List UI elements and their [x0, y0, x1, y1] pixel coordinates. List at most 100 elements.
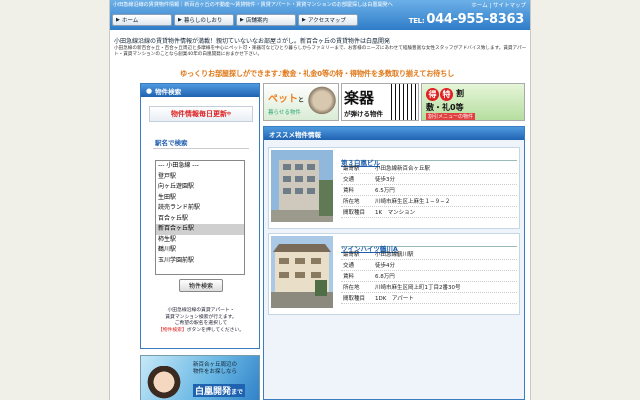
sidebar: ● 物件検索 物件情報毎日更新中 駅名で検索 --- 小田急線 --- 登戸駅 向ヶ丘… [140, 83, 260, 400]
row-label: 最寄駅 [343, 251, 360, 258]
note-highlight: 【物件検索】 [157, 327, 187, 333]
pet-title: ペット [268, 94, 298, 105]
operator-photo [147, 366, 181, 400]
property-row: 間取種目 1DK アパート [341, 293, 517, 304]
pet-friendly-banner[interactable]: ペットと 暮らせる物件 [263, 83, 339, 121]
nav-guide-label: 暮らしのしおり [183, 18, 223, 24]
discount-line-2: 敷・礼0等 [426, 103, 464, 112]
row-value: 小田急線新百合ヶ丘駅 [375, 165, 431, 172]
station-option[interactable] [156, 266, 244, 274]
station-option[interactable]: 向ヶ丘遊園駅 [156, 182, 244, 193]
instrument-banner[interactable]: 楽器 が弾ける物件 [341, 83, 419, 121]
special-badge-icon: 特 [440, 88, 453, 101]
arrow-right-icon: ▶ [178, 17, 182, 23]
discount-line-3: 割引メニューの物件 [426, 113, 476, 120]
row-label: 最寄駅 [343, 165, 360, 172]
property-search-button[interactable]: 物件検索 [179, 279, 223, 292]
station-option[interactable]: 登戸駅 [156, 172, 244, 183]
daily-update-text: 物件情報毎日更新 [171, 110, 227, 118]
property-search-header: ● 物件検索 [141, 84, 259, 97]
property-title[interactable]: ツインハイツ鶴川A [341, 236, 517, 253]
music-banner-title: 楽器 [344, 89, 375, 107]
property-row: 交通 徒歩3分 [341, 174, 517, 185]
property-row: 賃料 6.8万円 [341, 271, 517, 282]
row-value: 徒歩4分 [375, 262, 395, 269]
arrow-right-icon: ▶ [240, 17, 244, 23]
ad-line-1: 新百合ヶ丘周辺の [193, 362, 238, 368]
pet-banner-caption: 暮らせる物件 [268, 110, 301, 116]
phone-number: TEL: 044-955-8363 [408, 12, 525, 27]
property-row: 交通 徒歩4分 [341, 260, 517, 271]
row-value: 小田急線鶴川駅 [375, 251, 414, 258]
station-option[interactable]: --- 小田急線 --- [156, 161, 244, 172]
ad-text: 新百合ヶ丘周辺の 物件をお探しなら [193, 362, 237, 376]
station-option[interactable]: 新百合ヶ丘駅 [156, 224, 244, 235]
recommended-header: オススメ物件情報 [264, 127, 524, 140]
property-search-title: 物件検索 [155, 87, 182, 96]
row-value: 6.8万円 [375, 273, 395, 280]
header-links: ホーム | サイトマップ [471, 1, 526, 9]
contact-ad-banner[interactable]: 新百合ヶ丘周辺の 物件をお探しなら 白凰開発まで [140, 355, 260, 400]
nav-access-button[interactable]: ▶ アクセスマップ [298, 14, 358, 26]
property-photo[interactable] [271, 236, 333, 308]
row-value: 徒歩3分 [375, 176, 395, 183]
station-option[interactable]: 鶴川駅 [156, 245, 244, 256]
discount-banner[interactable]: 得 特 割 敷・礼0等 割引メニューの物件 [421, 83, 525, 121]
note-line-4: 【物件検索】ボタンを押してください。 [145, 328, 257, 335]
main-nav: ▶ ホーム ▶ 暮らしのしおり ▶ 店舗案内 ▶ アクセスマップ [112, 14, 358, 26]
property-title[interactable]: 第３白凰ビル [341, 150, 517, 167]
tel-prefix: TEL: [408, 17, 425, 25]
link-separator: | [489, 3, 492, 9]
intro-text: 小田急線の新百合ヶ丘・百合ヶ丘周辺と多摩線を中心にペット可・楽器可などひとり暮ら… [114, 46, 527, 58]
station-search-title: 駅名で検索 [155, 139, 188, 147]
station-option[interactable]: 生田駅 [156, 193, 244, 204]
home-link[interactable]: ホーム [471, 3, 487, 9]
property-photo[interactable] [271, 150, 333, 222]
row-value: 1DK アパート [375, 295, 414, 302]
music-banner-caption: が弾ける物件 [344, 110, 383, 118]
property-row: 所在地 川崎市麻生区岡上町1丁目2番30号 [341, 282, 517, 293]
divider [153, 148, 249, 149]
property-search-box: ● 物件検索 物件情報毎日更新中 駅名で検索 --- 小田急線 --- 登戸駅 向ヶ丘… [140, 83, 260, 349]
header-bar: 小田急線沿線の賃貸物件情報｜新百合ヶ丘の不動産〜賃貸物件・賃貸アパート・賃貸マン… [110, 0, 530, 30]
row-label: 間取種目 [343, 295, 366, 302]
station-option[interactable]: 読売ランド前駅 [156, 203, 244, 214]
ad-brand: 白凰開発まで [193, 384, 246, 397]
row-label: 交通 [343, 262, 355, 269]
daily-update-sup: 中 [227, 111, 231, 116]
search-instructions: 小田急線沿線の賃貸アパート・ 賃貸マンション検索が行えます。 ご希望の駅名を選択… [145, 308, 257, 334]
property-row: 所在地 川崎市麻生区上麻生１−９−２ [341, 196, 517, 207]
row-label: 間取種目 [343, 209, 366, 216]
cat-image [308, 86, 336, 118]
row-label: 所在地 [343, 284, 360, 291]
nav-store-button[interactable]: ▶ 店舗案内 [236, 14, 296, 26]
arrow-right-icon: ▶ [302, 17, 306, 23]
row-label: 賃料 [343, 187, 355, 194]
row-value: 6.5万円 [375, 187, 395, 194]
row-label: 賃料 [343, 273, 355, 280]
arrow-right-icon: ▶ [116, 17, 120, 23]
nav-home-label: ホーム [121, 18, 139, 24]
property-row: 最寄駅 小田急線鶴川駅 [341, 249, 517, 260]
site-container: 小田急線沿線の賃貸物件情報｜新百合ヶ丘の不動産〜賃貸物件・賃貸アパート・賃貸マン… [109, 0, 531, 400]
station-option[interactable]: 百合ヶ丘駅 [156, 214, 244, 225]
property-row: 間取種目 1K マンション [341, 207, 517, 218]
station-option[interactable]: 玉川学園前駅 [156, 256, 244, 267]
bullet-icon: ● [146, 86, 153, 95]
station-select[interactable]: --- 小田急線 --- 登戸駅 向ヶ丘遊園駅 生田駅 読売ランド前駅 百合ヶ丘駅 新百合ヶ… [155, 160, 245, 275]
intro-heading: 小田急線沿線の賃貸物件情報が満載！親切ていないなお部屋さがし。新百合ヶ丘の賃貸物… [114, 38, 391, 45]
row-value: 1K マンション [375, 209, 416, 216]
nav-home-button[interactable]: ▶ ホーム [112, 14, 172, 26]
toku-badge-icon: 得 [426, 88, 439, 101]
ad-brand-suffix: まで [231, 389, 244, 396]
sitemap-link[interactable]: サイトマップ [493, 3, 526, 9]
daily-update-banner[interactable]: 物件情報毎日更新中 [149, 106, 253, 122]
recommended-properties: オススメ物件情報 第３白凰ビル 最寄駅 小田急線新百合ヶ丘駅 交通 徒歩3分 賃料 6… [263, 126, 525, 400]
property-card: ツインハイツ鶴川A 最寄駅 小田急線鶴川駅 交通 徒歩4分 賃料 6.8万円 所在地 川… [268, 233, 520, 315]
property-card: 第３白凰ビル 最寄駅 小田急線新百合ヶ丘駅 交通 徒歩3分 賃料 6.5万円 所在地 川… [268, 147, 520, 229]
station-option[interactable]: 柿生駅 [156, 235, 244, 246]
property-row: 最寄駅 小田急線新百合ヶ丘駅 [341, 163, 517, 174]
nav-guide-button[interactable]: ▶ 暮らしのしおり [174, 14, 234, 26]
ad-brand-name: 白凰開発 [195, 387, 232, 397]
row-value: 川崎市麻生区岡上町1丁目2番30号 [375, 284, 461, 291]
